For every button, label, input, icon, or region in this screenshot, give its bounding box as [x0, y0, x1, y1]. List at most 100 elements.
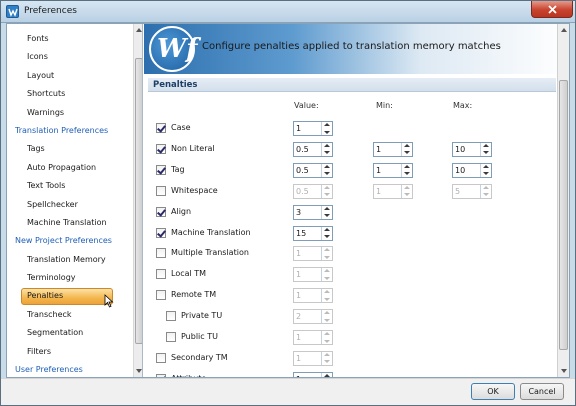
spin-down-icon[interactable] [322, 149, 332, 156]
value-spinner-value: 1 [296, 375, 301, 377]
nav-item[interactable]: Transcheck [7, 306, 133, 324]
nav-item[interactable]: Segmentation [7, 324, 133, 342]
penalty-checkbox[interactable] [156, 290, 166, 301]
nav-category[interactable]: Translation Preferences [7, 122, 133, 140]
value-spinner[interactable]: 0.5 [293, 183, 333, 199]
spin-down-icon[interactable] [322, 296, 332, 303]
nav-item[interactable]: Text Tools [7, 177, 133, 195]
spin-down-icon[interactable] [322, 254, 332, 261]
penalty-checkbox[interactable] [156, 352, 166, 363]
spin-down-icon[interactable] [481, 149, 491, 156]
penalty-checkbox[interactable] [156, 185, 166, 196]
penalties-panel: Wf Configure penalties applied to transl… [144, 24, 569, 377]
spin-down-icon[interactable] [322, 191, 332, 198]
min-spinner[interactable]: 1 [373, 162, 413, 178]
penalty-label: Tag [171, 164, 185, 174]
spin-down-icon[interactable] [322, 338, 332, 345]
spin-down-icon[interactable] [322, 275, 332, 282]
nav-scroll-thumb[interactable] [135, 58, 142, 344]
value-spinner[interactable]: 0.5 [293, 162, 333, 178]
cancel-button[interactable]: Cancel [520, 383, 564, 400]
nav-category[interactable]: User Preferences [7, 361, 133, 377]
nav-item[interactable]: Filters [7, 343, 133, 361]
penalty-checkbox[interactable] [156, 164, 166, 175]
value-spinner-value: 1 [296, 291, 302, 301]
nav-item[interactable]: Warnings [7, 104, 133, 122]
nav-item[interactable]: Auto Propagation [7, 159, 133, 177]
penalty-row: Secondary TM 1 [156, 350, 556, 366]
scroll-up-icon[interactable] [136, 28, 142, 32]
ok-button[interactable]: OK [471, 383, 515, 400]
penalty-checkbox[interactable] [156, 143, 166, 154]
scroll-down-icon[interactable] [561, 369, 567, 373]
nav-item[interactable]: Translation Memory [7, 251, 133, 269]
spin-down-icon[interactable] [402, 170, 412, 177]
nav-item[interactable]: Icons [7, 48, 133, 66]
value-spinner[interactable]: 15 [293, 225, 333, 241]
nav-item-label: Icons [27, 52, 48, 62]
penalty-label: Local TM [171, 269, 207, 279]
penalty-checkbox[interactable] [166, 332, 176, 342]
spinner-buttons [321, 372, 332, 377]
value-spinner[interactable]: 1 [293, 330, 333, 345]
scroll-down-icon[interactable] [136, 369, 142, 373]
spin-down-icon[interactable] [402, 149, 412, 156]
penalty-checkbox[interactable] [166, 311, 176, 322]
penalty-checkbox[interactable] [156, 123, 166, 133]
spin-down-icon[interactable] [402, 191, 412, 198]
value-spinner[interactable]: 1 [293, 288, 333, 304]
close-icon [548, 5, 557, 14]
penalty-checkbox[interactable] [156, 269, 166, 280]
title-bar[interactable]: Preferences [1, 1, 575, 23]
nav-item[interactable]: Penalties [7, 287, 133, 309]
value-spinner[interactable]: 1 [293, 121, 333, 136]
value-spinner[interactable]: 1 [293, 267, 333, 283]
max-spinner[interactable]: 10 [452, 162, 492, 178]
spin-down-icon[interactable] [322, 212, 332, 219]
nav-item[interactable]: Shortcuts [7, 85, 133, 103]
max-spinner[interactable]: 10 [452, 141, 492, 157]
nav-item[interactable]: Fonts [7, 30, 133, 48]
close-button[interactable] [531, 1, 573, 18]
penalty-checkbox[interactable] [156, 227, 166, 238]
value-spinner[interactable]: 1 [293, 371, 333, 377]
spin-up-icon[interactable] [322, 373, 332, 377]
panel-scrollbar[interactable] [557, 24, 569, 377]
nav-item[interactable]: Layout [7, 67, 133, 85]
spin-down-icon[interactable] [322, 317, 332, 324]
nav-item-label: Shortcuts [27, 89, 66, 99]
penalty-label: Case [171, 123, 191, 132]
nav-item[interactable]: Tags [7, 140, 133, 158]
scroll-up-icon[interactable] [561, 28, 567, 32]
nav-item[interactable]: Spellchecker [7, 196, 133, 214]
min-spinner[interactable]: 1 [373, 183, 413, 199]
penalty-checkbox[interactable] [156, 373, 166, 377]
min-spinner[interactable]: 1 [373, 141, 413, 157]
nav-scrollbar[interactable] [133, 24, 142, 377]
app-icon [6, 5, 19, 18]
value-spinner[interactable]: 1 [293, 246, 333, 262]
spin-down-icon[interactable] [322, 233, 332, 240]
spinner-buttons [321, 331, 332, 344]
nav-item[interactable]: Machine Translation [7, 214, 133, 232]
value-spinner[interactable]: 2 [293, 309, 333, 325]
spin-down-icon[interactable] [481, 191, 491, 198]
spinner-buttons [321, 163, 332, 177]
spin-down-icon[interactable] [322, 358, 332, 365]
penalty-checkbox[interactable] [156, 206, 166, 217]
max-spinner[interactable]: 5 [452, 183, 492, 199]
penalty-checkbox[interactable] [156, 248, 166, 259]
nav-item-label: Auto Propagation [27, 162, 97, 172]
spin-down-icon[interactable] [322, 170, 332, 177]
panel-banner: Wf Configure penalties applied to transl… [144, 24, 569, 74]
value-spinner[interactable]: 3 [293, 204, 333, 220]
value-spinner-value: 1 [296, 333, 302, 342]
spin-down-icon[interactable] [481, 170, 491, 177]
nav-item[interactable]: Terminology [7, 269, 133, 287]
nav-category[interactable]: New Project Preferences [7, 232, 133, 250]
value-spinner[interactable]: 1 [293, 350, 333, 366]
penalty-row: Align 3 [156, 204, 556, 220]
panel-scroll-thumb[interactable] [559, 80, 568, 350]
value-spinner[interactable]: 0.5 [293, 141, 333, 157]
spin-down-icon[interactable] [322, 129, 332, 136]
